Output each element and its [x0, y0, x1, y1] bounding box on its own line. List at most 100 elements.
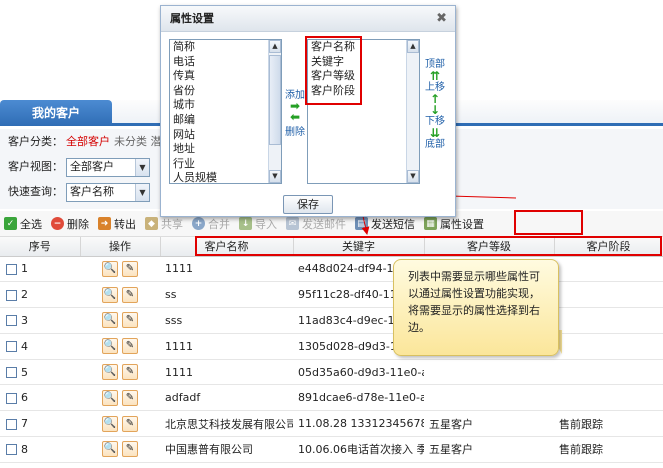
import-label: 导入	[255, 217, 277, 231]
row-checkbox[interactable]	[6, 367, 17, 379]
table-row[interactable]: 1 🔍 ✎ 1111 e448d024-df94-11e0-a...	[0, 256, 663, 283]
select-all-button[interactable]: ✓ 全选	[4, 214, 42, 234]
edit-icon[interactable]: ✎	[122, 260, 138, 277]
available-attribute-item[interactable]: 电话	[170, 55, 281, 70]
edit-icon[interactable]: ✎	[122, 338, 138, 355]
edit-icon[interactable]: ✎	[122, 441, 138, 458]
view-icon[interactable]: 🔍	[102, 286, 118, 303]
scroll-up-icon[interactable]: ▲	[269, 40, 281, 53]
category-other-links[interactable]: 未分类 潜	[114, 132, 162, 152]
table-row[interactable]: 7 🔍 ✎ 北京思艾科技发展有限公司 11.08.28 13312345678 五星客户售…	[0, 410, 663, 438]
row-level: 五星客户	[424, 436, 554, 463]
view-select-value: 全部客户	[70, 160, 114, 173]
available-attribute-item[interactable]: 邮编	[170, 113, 281, 128]
row-index-cell: 8	[0, 436, 80, 463]
arrow-down-icon[interactable]: ↓	[422, 104, 448, 116]
share-icon: ◆	[145, 217, 158, 230]
row-index-cell: 3	[0, 307, 80, 334]
selected-list-scrollbar[interactable]: ▲ ▼	[406, 40, 419, 183]
row-name[interactable]: 中国惠普有限公司	[160, 436, 293, 463]
row-checkbox[interactable]	[6, 392, 17, 404]
view-icon[interactable]: 🔍	[102, 364, 118, 381]
table-row[interactable]: 8🔍✎中国惠普有限公司10.06.06电话首次接入 季诚五星客户售前跟踪	[0, 436, 663, 463]
merge-label: 合并	[208, 217, 230, 231]
table-row[interactable]: 3 🔍 ✎ sss 11ad83c4-d9ec-11e0-a...	[0, 307, 663, 334]
row-index: 3	[21, 313, 28, 327]
save-button[interactable]: 保存	[283, 195, 333, 214]
row-index: 6	[21, 391, 28, 405]
row-name[interactable]: 1111	[160, 256, 293, 283]
table-row[interactable]: 5🔍✎111105d35a60-d9d3-11e0-a4ff	[0, 359, 663, 386]
available-attribute-item[interactable]: 简称	[170, 40, 281, 55]
edit-icon[interactable]: ✎	[122, 389, 138, 406]
row-name[interactable]: sss	[160, 307, 293, 334]
row-checkbox[interactable]	[6, 263, 17, 275]
view-select[interactable]: 全部客户 ▼	[66, 157, 150, 177]
move-bottom-button[interactable]: 底部	[422, 139, 448, 151]
dialog-title-bar: 属性设置 ✖	[161, 6, 455, 32]
available-attribute-item[interactable]: 人员规模	[170, 171, 281, 183]
row-checkbox[interactable]	[6, 418, 17, 430]
row-level	[424, 384, 554, 412]
scrollbar-thumb[interactable]	[269, 55, 281, 145]
edit-icon[interactable]: ✎	[122, 286, 138, 303]
table-row[interactable]: 4🔍✎11111305d028-d9d3-11e0-a...	[0, 333, 663, 360]
scroll-down-icon[interactable]: ▼	[407, 170, 419, 183]
row-name[interactable]: ss	[160, 281, 293, 309]
arrow-left-icon[interactable]: ⬅	[284, 111, 306, 123]
row-stage	[554, 281, 663, 309]
category-all-link[interactable]: 全部客户	[66, 132, 110, 152]
row-name[interactable]: adfadf	[160, 384, 293, 412]
remove-button[interactable]: 删除	[284, 123, 306, 138]
available-attributes-list[interactable]: 简称电话传真省份城市邮编网站地址行业人员规模人员... ▲ ▼	[169, 39, 282, 184]
close-icon[interactable]: ✖	[436, 6, 447, 32]
row-index: 2	[21, 288, 28, 302]
query-row: 快速查询： 客户名称 ▼	[8, 182, 150, 202]
row-checkbox[interactable]	[6, 341, 17, 353]
row-name[interactable]: 1111	[160, 359, 293, 386]
table-row[interactable]: 6🔍✎adfadf891dcae6-d78e-11e0-a4ff	[0, 384, 663, 412]
view-icon[interactable]: 🔍	[102, 415, 118, 432]
scroll-down-icon[interactable]: ▼	[269, 170, 281, 183]
available-list-scrollbar[interactable]: ▲ ▼	[268, 40, 281, 183]
mail-icon: ✉	[286, 217, 299, 230]
row-name[interactable]: 北京思艾科技发展有限公司	[160, 410, 293, 438]
available-attribute-item[interactable]: 传真	[170, 69, 281, 84]
chevron-down-icon[interactable]: ▼	[135, 158, 149, 176]
view-icon[interactable]: 🔍	[102, 441, 118, 458]
edit-icon[interactable]: ✎	[122, 415, 138, 432]
row-checkbox[interactable]	[6, 289, 17, 301]
available-attribute-item[interactable]: 行业	[170, 157, 281, 172]
order-controls: 顶部 ⇈ 上移 ↑ ↓ 下移 ⇊ 底部	[422, 59, 448, 151]
available-attribute-item[interactable]: 网站	[170, 128, 281, 143]
row-actions-cell: 🔍 ✎	[80, 333, 160, 360]
row-actions-cell: 🔍 ✎	[80, 359, 160, 386]
edit-icon[interactable]: ✎	[122, 364, 138, 381]
scroll-up-icon[interactable]: ▲	[407, 40, 419, 53]
view-icon[interactable]: 🔍	[102, 260, 118, 277]
available-attribute-item[interactable]: 城市	[170, 98, 281, 113]
transfer-button[interactable]: ➜ 转出	[98, 214, 136, 234]
view-icon[interactable]: 🔍	[102, 389, 118, 406]
arrow-top-icon[interactable]: ⇈	[422, 70, 448, 82]
available-attribute-item[interactable]: 地址	[170, 142, 281, 157]
sms-icon: ▤	[355, 217, 368, 230]
row-checkbox[interactable]	[6, 315, 17, 327]
arrow-bottom-icon[interactable]: ⇊	[422, 127, 448, 139]
view-icon[interactable]: 🔍	[102, 338, 118, 355]
available-attribute-item[interactable]: 省份	[170, 84, 281, 99]
delete-button[interactable]: − 删除	[51, 214, 89, 234]
tab-my-customers[interactable]: 我的客户	[0, 100, 112, 126]
view-label: 客户视图：	[8, 160, 63, 173]
row-checkbox[interactable]	[6, 444, 17, 456]
send-sms-label: 发送短信	[371, 217, 415, 231]
row-stage	[554, 359, 663, 386]
view-icon[interactable]: 🔍	[102, 312, 118, 329]
query-select[interactable]: 客户名称 ▼	[66, 182, 150, 202]
row-level	[424, 359, 554, 386]
table-row[interactable]: 2 🔍 ✎ ss 95f11c28-df40-11e0-a...	[0, 281, 663, 309]
chevron-down-icon[interactable]: ▼	[135, 183, 149, 201]
edit-icon[interactable]: ✎	[122, 312, 138, 329]
col-header-actions: 操作	[80, 237, 161, 257]
row-name[interactable]: 1111	[160, 333, 293, 360]
